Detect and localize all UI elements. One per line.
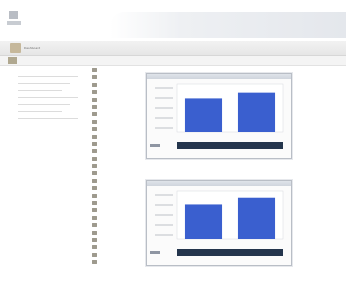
- bar[interactable]: [184, 98, 223, 132]
- legend-band: [177, 142, 283, 149]
- file-icon: [92, 97, 97, 102]
- list-item[interactable]: [92, 185, 142, 192]
- bar[interactable]: [237, 92, 276, 132]
- list-item[interactable]: [92, 259, 142, 266]
- file-icon: [92, 237, 97, 242]
- left-nav-item[interactable]: [18, 72, 78, 77]
- file-icon: [92, 75, 97, 80]
- header: [0, 0, 346, 40]
- list-item[interactable]: [92, 97, 142, 104]
- list-item[interactable]: [92, 141, 142, 148]
- left-nav-item[interactable]: [18, 107, 62, 112]
- list-item[interactable]: [92, 244, 142, 251]
- chart-panel-titlebar[interactable]: [147, 74, 291, 79]
- legend-label: [150, 144, 160, 147]
- left-nav-item[interactable]: [18, 114, 78, 119]
- file-icon: [92, 104, 97, 109]
- chart-panel-2: [146, 180, 292, 266]
- bar[interactable]: [184, 204, 223, 239]
- list-item[interactable]: [92, 237, 142, 244]
- file-icon: [92, 134, 97, 139]
- home-icon[interactable]: [10, 43, 21, 53]
- file-icon: [92, 171, 97, 176]
- toolbar: Dashboard: [0, 41, 346, 56]
- file-icon: [92, 82, 97, 87]
- left-nav-item[interactable]: [18, 93, 78, 98]
- toolbar-title[interactable]: Dashboard: [24, 46, 40, 50]
- sub-toolbar: [0, 56, 346, 66]
- file-icon: [92, 193, 97, 198]
- list-item[interactable]: [92, 215, 142, 222]
- file-icon: [92, 90, 97, 95]
- list-item[interactable]: [92, 156, 142, 163]
- file-icon: [92, 119, 97, 124]
- file-icon: [92, 141, 97, 146]
- list-item[interactable]: [92, 207, 142, 214]
- folder-icon[interactable]: [8, 57, 17, 64]
- file-icon: [92, 252, 97, 257]
- logo-mark: [9, 11, 18, 19]
- list-item[interactable]: [92, 82, 142, 89]
- file-list: [92, 67, 142, 267]
- bar-chart: [150, 190, 284, 256]
- file-icon: [92, 178, 97, 183]
- bar[interactable]: [237, 197, 276, 239]
- file-icon: [92, 112, 97, 117]
- list-item[interactable]: [92, 104, 142, 111]
- file-icon: [92, 230, 97, 235]
- list-item[interactable]: [92, 148, 142, 155]
- list-item[interactable]: [92, 170, 142, 177]
- file-icon: [92, 68, 97, 72]
- list-item[interactable]: [92, 193, 142, 200]
- file-icon: [92, 223, 97, 228]
- chart-panel-1: [146, 73, 292, 159]
- file-icon: [92, 215, 97, 220]
- list-item[interactable]: [92, 252, 142, 259]
- list-item[interactable]: [92, 67, 142, 74]
- file-icon: [92, 208, 97, 213]
- list-item[interactable]: [92, 74, 142, 81]
- bar-chart: [150, 83, 284, 149]
- left-nav-item[interactable]: [18, 86, 62, 91]
- file-icon: [92, 156, 97, 161]
- app-window: Dashboard: [0, 0, 346, 282]
- left-navigation: [18, 72, 78, 121]
- logo-text: [7, 21, 21, 25]
- file-icon: [92, 245, 97, 250]
- file-icon: [92, 127, 97, 132]
- list-item[interactable]: [92, 119, 142, 126]
- list-item[interactable]: [92, 126, 142, 133]
- file-icon: [92, 164, 97, 169]
- list-item[interactable]: [92, 200, 142, 207]
- list-item[interactable]: [92, 89, 142, 96]
- file-icon: [92, 186, 97, 191]
- list-item[interactable]: [92, 134, 142, 141]
- file-icon: [92, 260, 97, 265]
- list-item[interactable]: [92, 178, 142, 185]
- header-banner: [110, 12, 346, 38]
- legend-band: [177, 249, 283, 256]
- file-icon: [92, 201, 97, 206]
- list-item[interactable]: [92, 163, 142, 170]
- list-item[interactable]: [92, 111, 142, 118]
- file-icon: [92, 149, 97, 154]
- list-item[interactable]: [92, 230, 142, 237]
- left-nav-item[interactable]: [18, 79, 70, 84]
- chart-panel-titlebar[interactable]: [147, 181, 291, 186]
- list-item[interactable]: [92, 222, 142, 229]
- logo[interactable]: [7, 11, 21, 29]
- legend-label: [150, 251, 160, 254]
- left-nav-item[interactable]: [18, 100, 70, 105]
